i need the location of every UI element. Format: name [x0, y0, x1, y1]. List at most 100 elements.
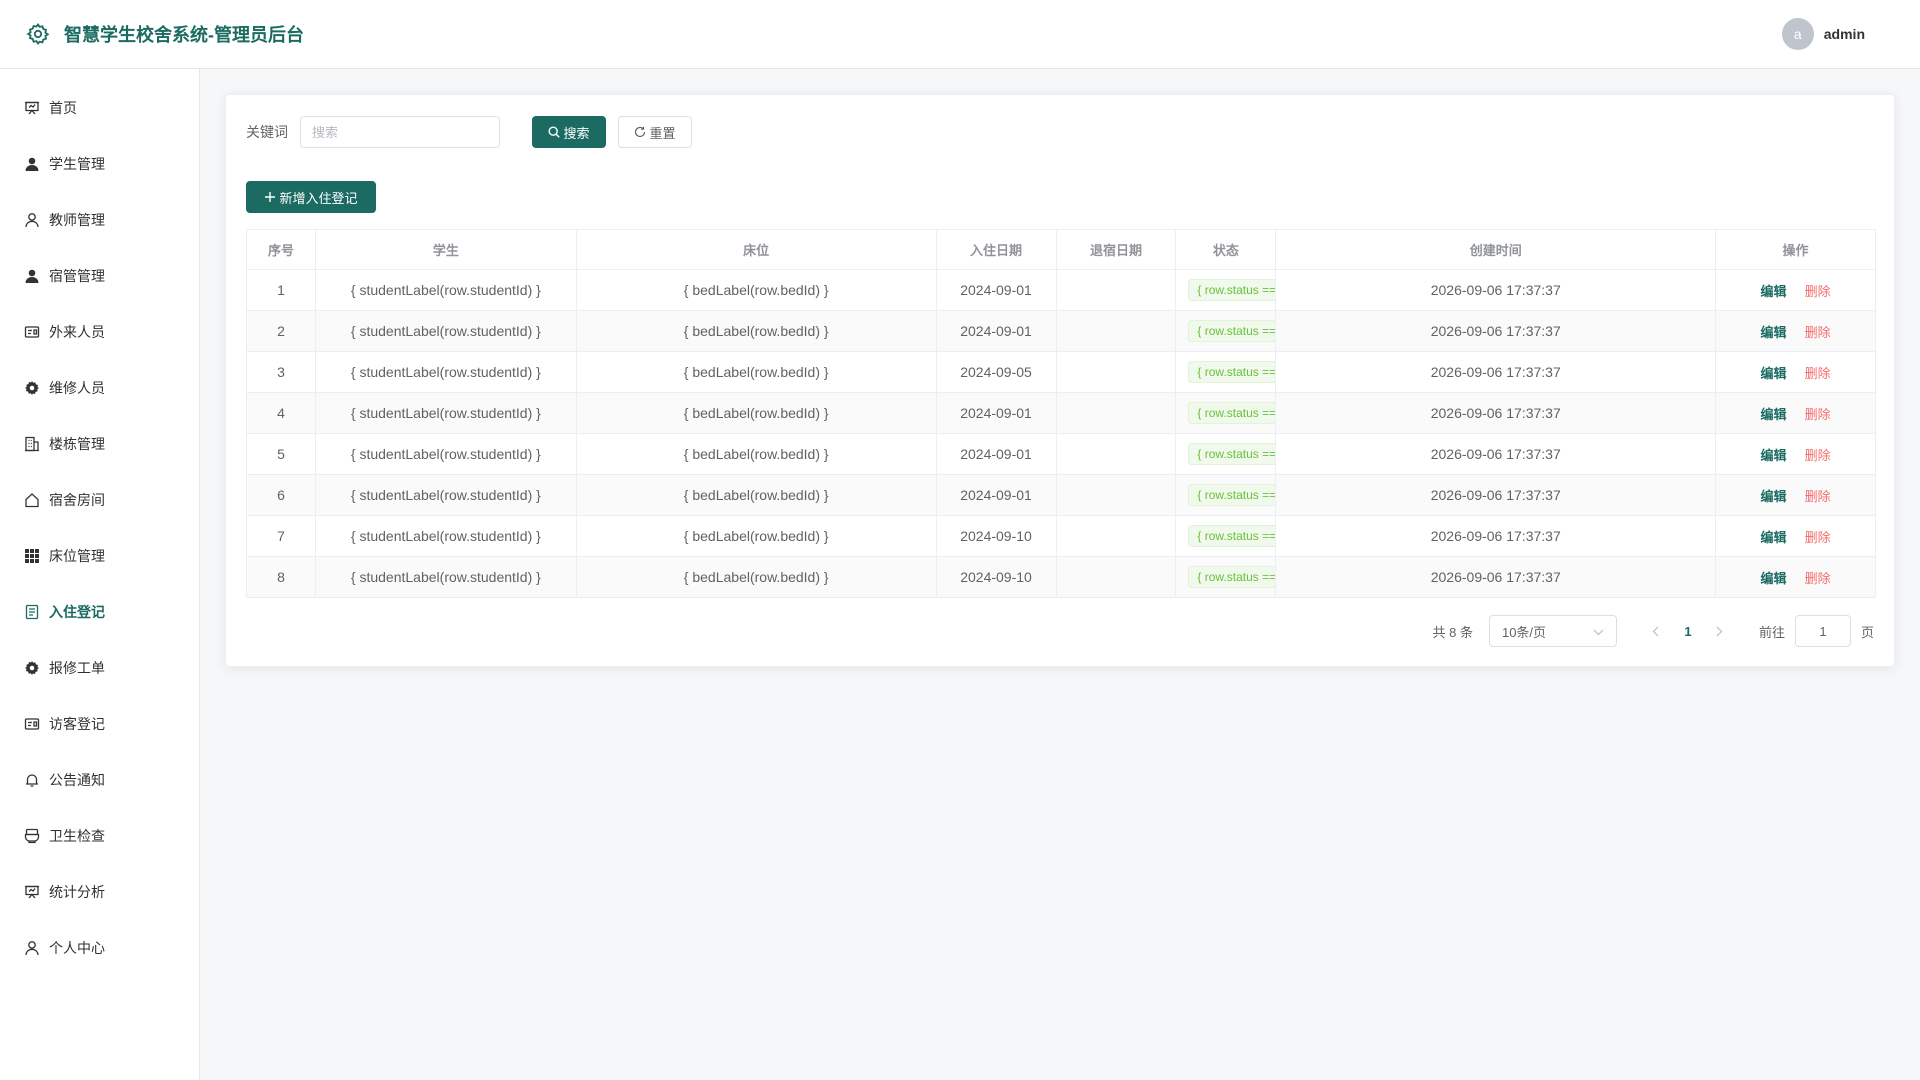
cell-bed: { bedLabel(row.bedId) } — [577, 557, 937, 597]
col-header-checkout[interactable]: 退宿日期 — [1057, 230, 1177, 269]
col-header-student[interactable]: 学生 — [316, 230, 577, 269]
cell-bed: { bedLabel(row.bedId) } — [577, 311, 937, 351]
sidebar-item-1[interactable]: 首页 — [0, 80, 199, 136]
cell-actions: 编辑 删除 — [1716, 434, 1877, 474]
sidebar-item-label: 卫生检查 — [49, 828, 105, 844]
sidebar-item-16[interactable]: 个人中心 — [0, 920, 199, 976]
cell-actions: 编辑 删除 — [1716, 475, 1877, 515]
edit-link[interactable]: 编辑 — [1761, 322, 1787, 341]
sidebar-item-8[interactable]: 宿舍房间 — [0, 472, 199, 528]
cell-actions: 编辑 删除 — [1716, 516, 1877, 556]
edit-link[interactable]: 编辑 — [1761, 281, 1787, 300]
page-size-value: 10条/页 — [1501, 624, 1547, 640]
edit-link[interactable]: 编辑 — [1761, 486, 1787, 505]
cell-checkout — [1057, 516, 1177, 556]
cell-created: 2026-09-06 17:37:37 — [1276, 393, 1717, 433]
sidebar-item-label: 维修人员 — [49, 380, 105, 396]
cell-bed: { bedLabel(row.bedId) } — [577, 393, 937, 433]
cell-actions: 编辑 删除 — [1716, 311, 1877, 351]
col-header-checkin[interactable]: 入住日期 — [937, 230, 1057, 269]
cell-created: 2026-09-06 17:37:37 — [1276, 557, 1717, 597]
cell-checkout — [1057, 311, 1177, 351]
cell-status: { row.status === 1 ? '在住' : '已退宿' } — [1176, 311, 1277, 351]
sidebar-item-label: 楼栋管理 — [49, 436, 105, 452]
presentation-board-icon — [24, 100, 40, 116]
cell-status: { row.status === 1 ? '在住' : '已退宿' } — [1176, 352, 1277, 392]
sidebar-item-9[interactable]: 床位管理 — [0, 528, 199, 584]
sidebar-item-5[interactable]: 外来人员 — [0, 304, 199, 360]
cell-status: { row.status === 1 ? '在住' : '已退宿' } — [1176, 557, 1277, 597]
cell-checkin: 2024-09-10 — [937, 516, 1057, 556]
sidebar-item-15[interactable]: 统计分析 — [0, 864, 199, 920]
edit-link[interactable]: 编辑 — [1761, 404, 1787, 423]
sidebar-item-13[interactable]: 公告通知 — [0, 752, 199, 808]
edit-link[interactable]: 编辑 — [1761, 363, 1787, 382]
cell-status: { row.status === 1 ? '在住' : '已退宿' } — [1176, 434, 1277, 474]
page-unit-label: 页 — [1860, 624, 1874, 640]
cell-checkin: 2024-09-10 — [937, 557, 1057, 597]
search-button-label: 搜索 — [563, 125, 590, 141]
sidebar-item-10[interactable]: 入住登记 — [0, 584, 199, 640]
sidebar-item-7[interactable]: 楼栋管理 — [0, 416, 199, 472]
user-name[interactable]: admin — [1824, 26, 1865, 42]
cell-status: { row.status === 1 ? '在住' : '已退宿' } — [1176, 393, 1277, 433]
search-input[interactable] — [300, 116, 500, 148]
col-header-created[interactable]: 创建时间 — [1276, 230, 1717, 269]
delete-link[interactable]: 删除 — [1805, 281, 1831, 300]
status-badge: { row.status === 1 ? '在住' : '已退宿' } — [1188, 566, 1276, 588]
col-header-idx[interactable]: 序号 — [247, 230, 316, 269]
table-row: 1{ studentLabel(row.studentId) }{ bedLab… — [247, 270, 1877, 311]
sidebar-item-12[interactable]: 访客登记 — [0, 696, 199, 752]
cell-idx: 5 — [247, 434, 316, 474]
page-number-current[interactable]: 1 — [1671, 615, 1705, 647]
cell-bed: { bedLabel(row.bedId) } — [577, 434, 937, 474]
gear-icon — [24, 660, 40, 676]
col-header-bed[interactable]: 床位 — [577, 230, 937, 269]
sidebar-item-3[interactable]: 教师管理 — [0, 192, 199, 248]
delete-link[interactable]: 删除 — [1805, 404, 1831, 423]
edit-link[interactable]: 编辑 — [1761, 568, 1787, 587]
add-checkin-button[interactable]: 新增入住登记 — [246, 181, 376, 213]
sidebar: 首页 学生管理 教师管理宿管管理外来人员维修人员楼栋管理宿舍房间 床位管理入住登记报修… — [0, 69, 200, 1080]
delete-link[interactable]: 删除 — [1805, 527, 1831, 546]
sidebar-item-2[interactable]: 学生管理 — [0, 136, 199, 192]
table-row: 3{ studentLabel(row.studentId) }{ bedLab… — [247, 352, 1877, 393]
top-header: 智慧学生校舍系统-管理员后台 a admin — [0, 0, 1920, 69]
gear-icon — [24, 380, 40, 396]
sidebar-item-11[interactable]: 报修工单 — [0, 640, 199, 696]
presentation-board-icon — [24, 884, 40, 900]
cell-checkout — [1057, 475, 1177, 515]
edit-link[interactable]: 编辑 — [1761, 445, 1787, 464]
goto-page-input[interactable] — [1794, 615, 1851, 647]
delete-link[interactable]: 删除 — [1805, 322, 1831, 341]
cell-bed: { bedLabel(row.bedId) } — [577, 270, 937, 310]
edit-link[interactable]: 编辑 — [1761, 527, 1787, 546]
house-icon — [24, 492, 40, 508]
cell-created: 2026-09-06 17:37:37 — [1276, 475, 1717, 515]
delete-link[interactable]: 删除 — [1805, 568, 1831, 587]
col-header-status[interactable]: 状态 — [1176, 230, 1277, 269]
checkin-table: 序号 学生 床位 入住日期 退宿日期 状态 创建时间 操作 1{ student… — [246, 229, 1877, 598]
delete-link[interactable]: 删除 — [1805, 486, 1831, 505]
cell-idx: 8 — [247, 557, 316, 597]
delete-link[interactable]: 删除 — [1805, 363, 1831, 382]
avatar[interactable]: a — [1781, 18, 1814, 50]
cell-bed: { bedLabel(row.bedId) } — [577, 352, 937, 392]
page-size-select[interactable]: 10条/页 — [1488, 615, 1617, 647]
sidebar-item-4[interactable]: 宿管管理 — [0, 248, 199, 304]
reset-button[interactable]: 重置 — [618, 116, 692, 148]
sidebar-item-label: 入住登记 — [49, 604, 105, 620]
table-body: 1{ studentLabel(row.studentId) }{ bedLab… — [247, 270, 1877, 598]
sidebar-item-14[interactable]: 卫生检查 — [0, 808, 199, 864]
cell-idx: 2 — [247, 311, 316, 351]
search-button[interactable]: 搜索 — [532, 116, 606, 148]
prev-page-button[interactable] — [1641, 615, 1671, 647]
cell-checkin: 2024-09-01 — [937, 434, 1057, 474]
user-menu[interactable]: a admin — [1781, 18, 1865, 50]
sidebar-item-6[interactable]: 维修人员 — [0, 360, 199, 416]
delete-link[interactable]: 删除 — [1805, 445, 1831, 464]
cell-actions: 编辑 删除 — [1716, 557, 1877, 597]
table-row: 6{ studentLabel(row.studentId) }{ bedLab… — [247, 475, 1877, 516]
sidebar-item-label: 宿管管理 — [49, 268, 105, 284]
next-page-button[interactable] — [1705, 615, 1735, 647]
